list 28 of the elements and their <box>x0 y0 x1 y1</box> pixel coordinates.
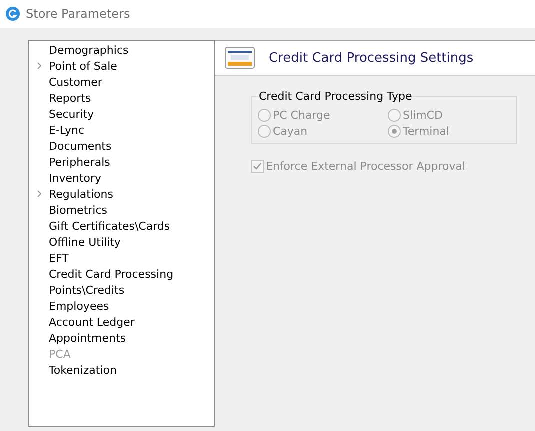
tree-item[interactable]: Credit Card Processing <box>49 268 174 280</box>
panel-title: Credit Card Processing Settings <box>269 50 474 66</box>
tree-item[interactable]: Point of Sale <box>49 60 118 72</box>
tree-item[interactable]: Demographics <box>49 44 129 56</box>
tree-item[interactable]: Points\Credits <box>49 284 125 296</box>
tree-item[interactable]: Tokenization <box>49 364 117 376</box>
tree-item[interactable]: E-Lync <box>49 124 85 136</box>
tree-item[interactable]: Regulations <box>49 188 114 200</box>
tree-item[interactable]: Peripherals <box>49 156 110 168</box>
tree-item[interactable]: Employees <box>49 300 110 312</box>
tree-item[interactable]: Inventory <box>49 172 102 184</box>
app-icon <box>6 7 20 21</box>
tree-item[interactable]: Customer <box>49 76 102 88</box>
tree-item[interactable]: Appointments <box>49 332 126 344</box>
group-title: Credit Card Processing Type <box>258 90 414 103</box>
tree-item[interactable]: EFT <box>49 252 69 264</box>
credit-card-icon <box>225 47 255 69</box>
window-title: Store Parameters <box>26 7 130 21</box>
tree-item[interactable]: Account Ledger <box>49 316 135 328</box>
tree-item[interactable]: Reports <box>49 92 92 104</box>
tree-item[interactable]: Gift Certificates\Cards <box>49 220 170 232</box>
tree-item[interactable]: Security <box>49 108 94 120</box>
chevron-icon[interactable] <box>36 62 42 70</box>
tree-item[interactable]: Biometrics <box>49 204 108 216</box>
tree-item[interactable]: Documents <box>49 140 112 152</box>
tree-item[interactable]: Offline Utility <box>49 236 121 248</box>
chevron-icon[interactable] <box>36 190 42 198</box>
checkmark-icon <box>253 162 262 170</box>
